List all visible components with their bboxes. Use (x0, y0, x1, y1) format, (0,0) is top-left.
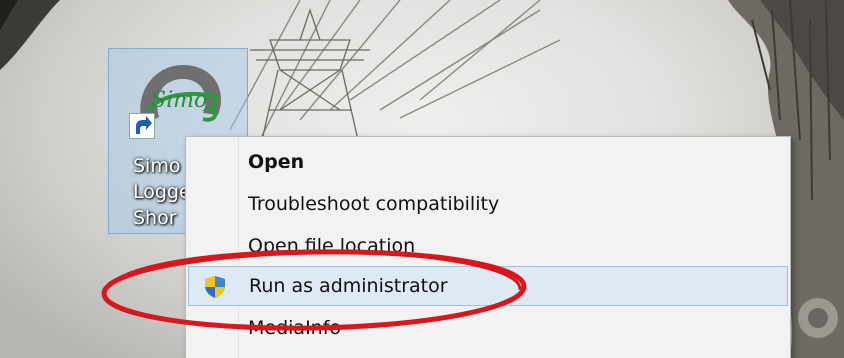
context-menu: Open Troubleshoot compatibility Open fil… (185, 136, 791, 358)
uac-shield-icon (203, 275, 227, 299)
menu-item-label: Open (248, 151, 305, 173)
menu-item-label: Open file location (248, 235, 416, 257)
menu-item-label: Troubleshoot compatibility (248, 193, 500, 215)
desktop-background: Simo Simo Logge Shor Open Troubleshoot c… (0, 0, 844, 358)
svg-text:Simo: Simo (151, 88, 207, 113)
menu-item-label: MediaInfo (248, 317, 342, 339)
menu-item-label: Run as administrator (249, 275, 448, 297)
shortcut-arrow-icon (129, 113, 155, 139)
menu-item-run-as-administrator[interactable]: Run as administrator (188, 266, 788, 306)
menu-item-mediainfo[interactable]: MediaInfo (188, 309, 788, 349)
menu-item-troubleshoot-compatibility[interactable]: Troubleshoot compatibility (188, 185, 788, 225)
menu-item-open-file-location[interactable]: Open file location (188, 227, 788, 267)
menu-item-open[interactable]: Open (188, 143, 788, 183)
